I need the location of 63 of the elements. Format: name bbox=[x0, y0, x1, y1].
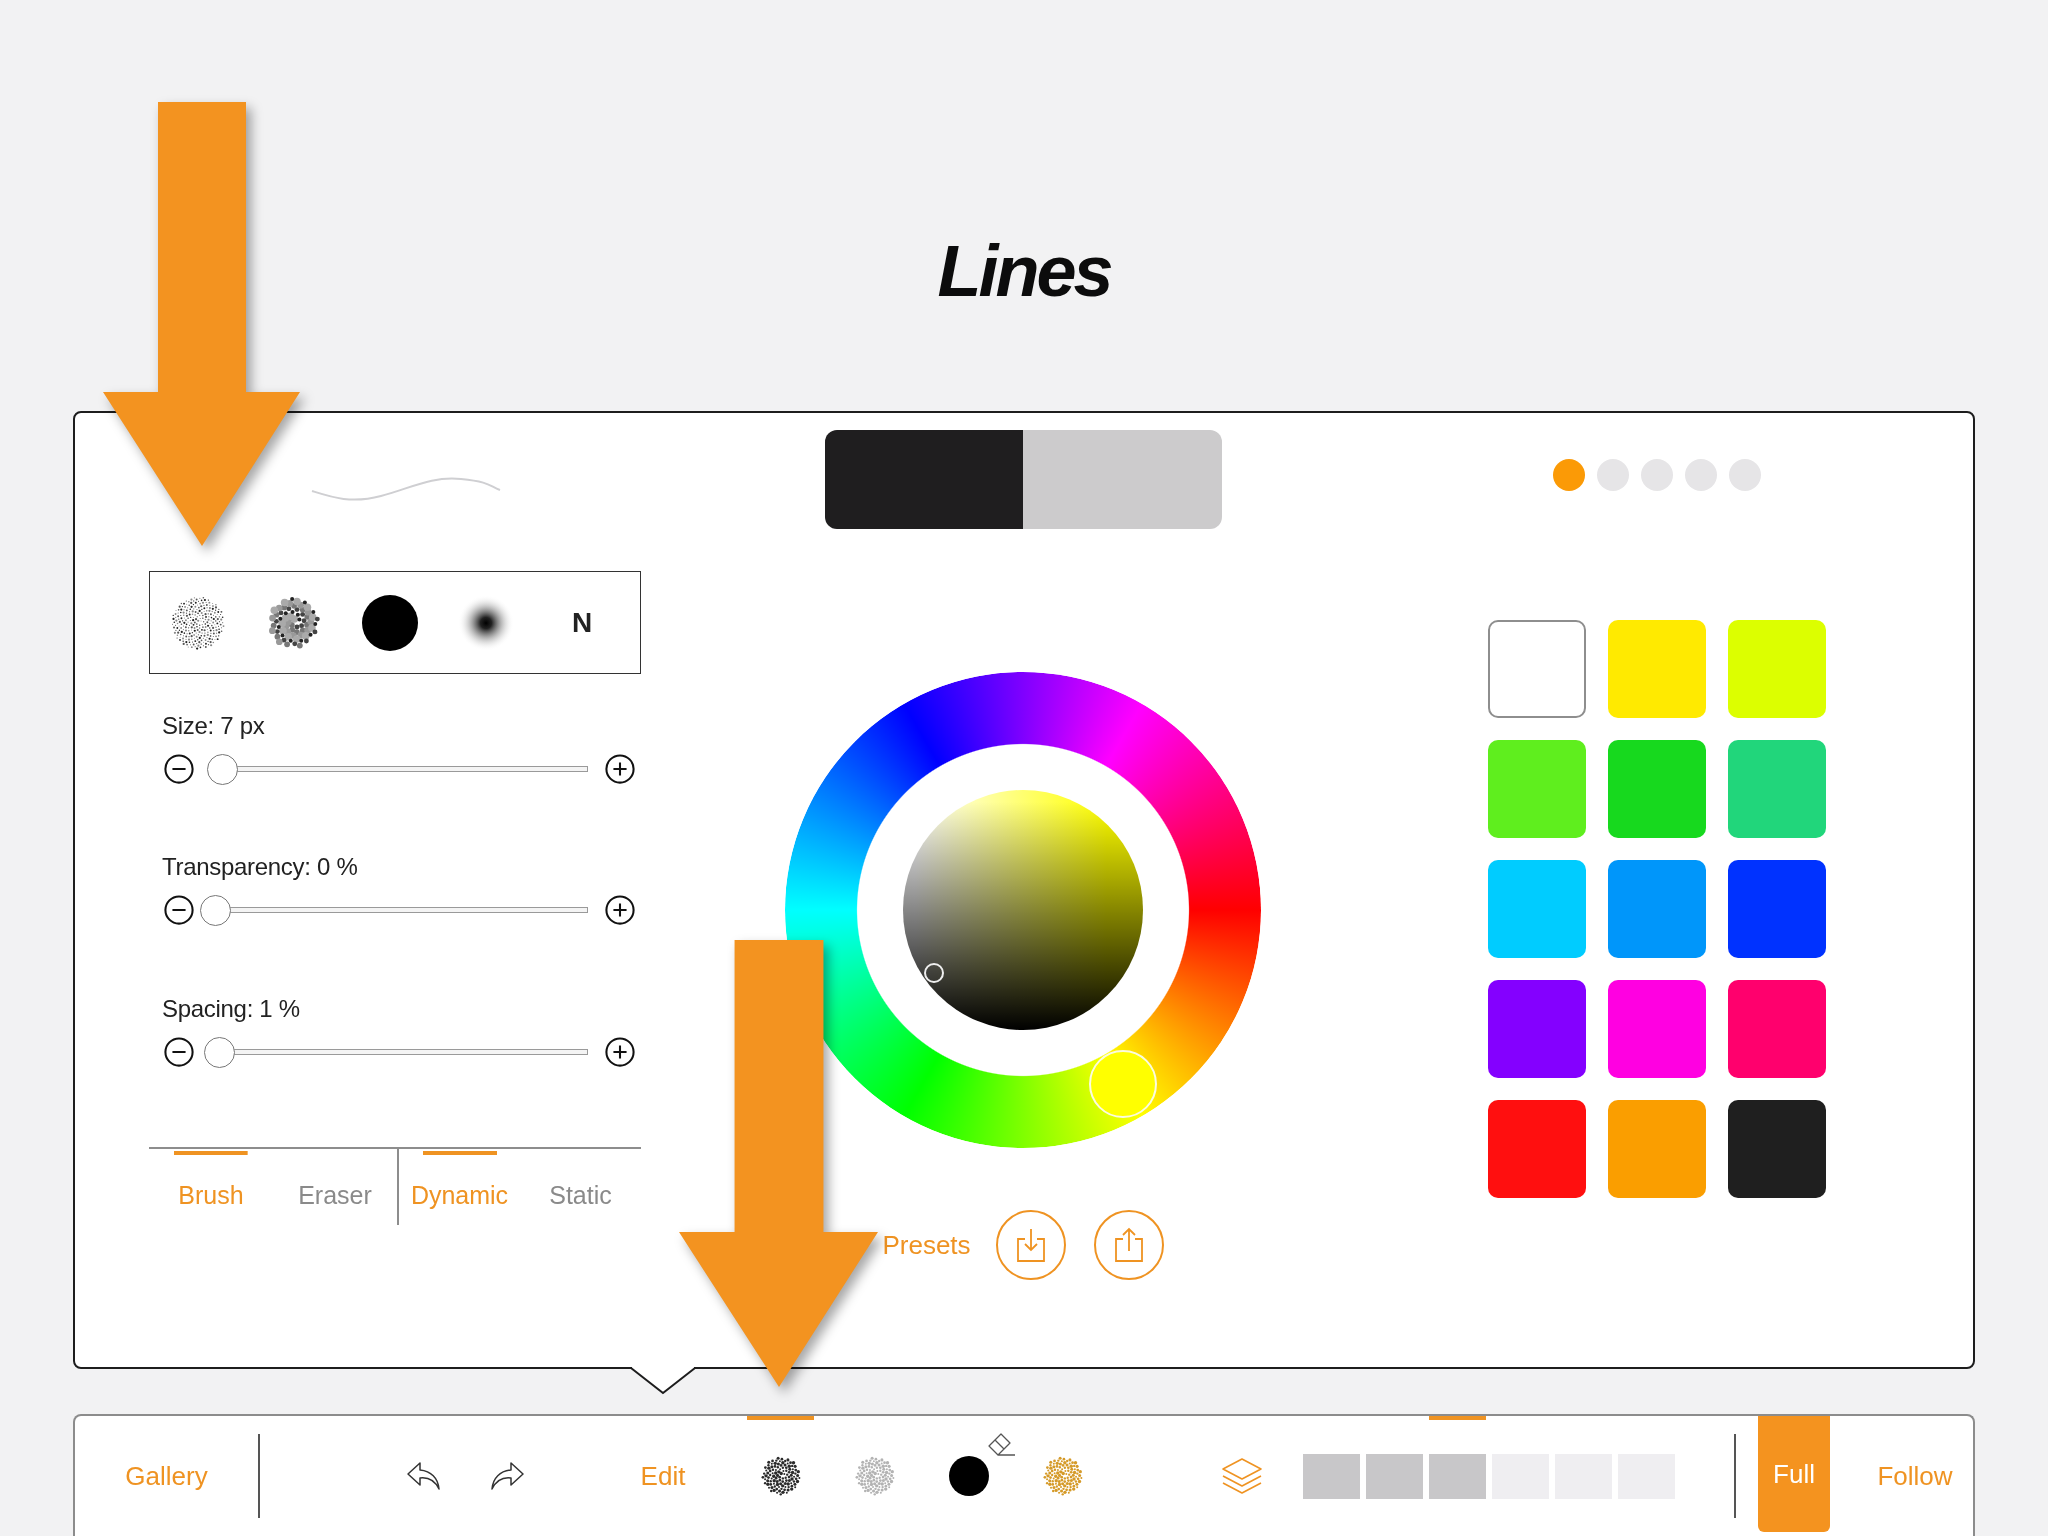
color-swatch[interactable] bbox=[1728, 860, 1826, 958]
plus-circle-icon bbox=[605, 1037, 635, 1067]
minus-circle-icon bbox=[164, 1037, 194, 1067]
page-dot[interactable] bbox=[1553, 459, 1585, 491]
import-preset-button[interactable] bbox=[995, 1210, 1066, 1280]
view-mode-button[interactable]: Follow bbox=[1857, 1416, 1973, 1536]
color-swatch[interactable] bbox=[1728, 740, 1826, 838]
blotch-brush-icon[interactable] bbox=[266, 594, 322, 651]
minus-circle-icon bbox=[164, 754, 194, 784]
presets-label: Presets bbox=[882, 1229, 971, 1261]
tray-arrow-down-icon bbox=[1014, 1227, 1047, 1263]
tray-arrow-up-icon bbox=[1112, 1227, 1145, 1263]
plus-circle-icon bbox=[605, 895, 635, 925]
redo-button[interactable] bbox=[489, 1460, 525, 1492]
speckle-brush-icon[interactable] bbox=[170, 594, 226, 651]
color-swatch[interactable] bbox=[1488, 1100, 1586, 1198]
gallery-button[interactable]: Gallery bbox=[125, 1460, 208, 1492]
color-swatch[interactable] bbox=[1488, 620, 1586, 718]
slider-label: Size: 7 px bbox=[162, 711, 265, 741]
color-swatch[interactable] bbox=[1608, 740, 1706, 838]
color-swatch[interactable] bbox=[1023, 430, 1222, 529]
decrease-button[interactable] bbox=[164, 895, 194, 925]
layers-button[interactable] bbox=[1220, 1456, 1264, 1496]
brush-letter[interactable]: N bbox=[571, 606, 593, 639]
page-dot[interactable] bbox=[1641, 459, 1673, 491]
color-swatch[interactable] bbox=[1488, 980, 1586, 1078]
color-swatch[interactable] bbox=[1608, 980, 1706, 1078]
color-picker-handle[interactable] bbox=[924, 963, 944, 983]
slider-thumb[interactable] bbox=[207, 753, 239, 785]
decrease-button[interactable] bbox=[164, 1037, 194, 1067]
solid-brush-icon[interactable] bbox=[362, 594, 418, 651]
page-dot[interactable] bbox=[1729, 459, 1761, 491]
color-swatch[interactable] bbox=[1608, 860, 1706, 958]
color-swatch[interactable] bbox=[1728, 620, 1826, 718]
tool-tab[interactable]: Eraser bbox=[294, 1149, 376, 1225]
page-title: Lines bbox=[937, 230, 1111, 313]
minus-circle-icon bbox=[164, 895, 194, 925]
increase-button[interactable] bbox=[605, 1037, 635, 1067]
color-swatch[interactable] bbox=[824, 430, 1023, 529]
redo-icon bbox=[489, 1460, 525, 1492]
page-dot[interactable] bbox=[1597, 459, 1629, 491]
increase-button[interactable] bbox=[605, 895, 635, 925]
slider-thumb[interactable] bbox=[203, 1036, 235, 1068]
color-swatch[interactable] bbox=[1728, 980, 1826, 1078]
edit-button[interactable]: Edit bbox=[640, 1460, 686, 1492]
color-swatch[interactable] bbox=[1608, 620, 1706, 718]
slider-thumb[interactable] bbox=[200, 894, 231, 926]
plus-circle-icon bbox=[605, 754, 635, 784]
color-swatch[interactable] bbox=[1728, 1100, 1826, 1198]
view-mode-button[interactable]: Full bbox=[1758, 1416, 1830, 1532]
color-swatch[interactable] bbox=[1488, 860, 1586, 958]
color-swatch[interactable] bbox=[1608, 1100, 1706, 1198]
layers-icon bbox=[1220, 1456, 1264, 1496]
undo-button[interactable] bbox=[406, 1460, 442, 1492]
mode-tab[interactable]: Static bbox=[545, 1149, 616, 1225]
increase-button[interactable] bbox=[605, 754, 635, 784]
color-swatch[interactable] bbox=[1488, 740, 1586, 838]
undo-icon bbox=[406, 1460, 442, 1492]
decrease-button[interactable] bbox=[164, 754, 194, 784]
slider-label: Transparency: 0 % bbox=[162, 852, 358, 882]
export-preset-button[interactable] bbox=[1093, 1210, 1164, 1280]
page-dot[interactable] bbox=[1685, 459, 1717, 491]
slider-label: Spacing: 1 % bbox=[162, 994, 300, 1024]
